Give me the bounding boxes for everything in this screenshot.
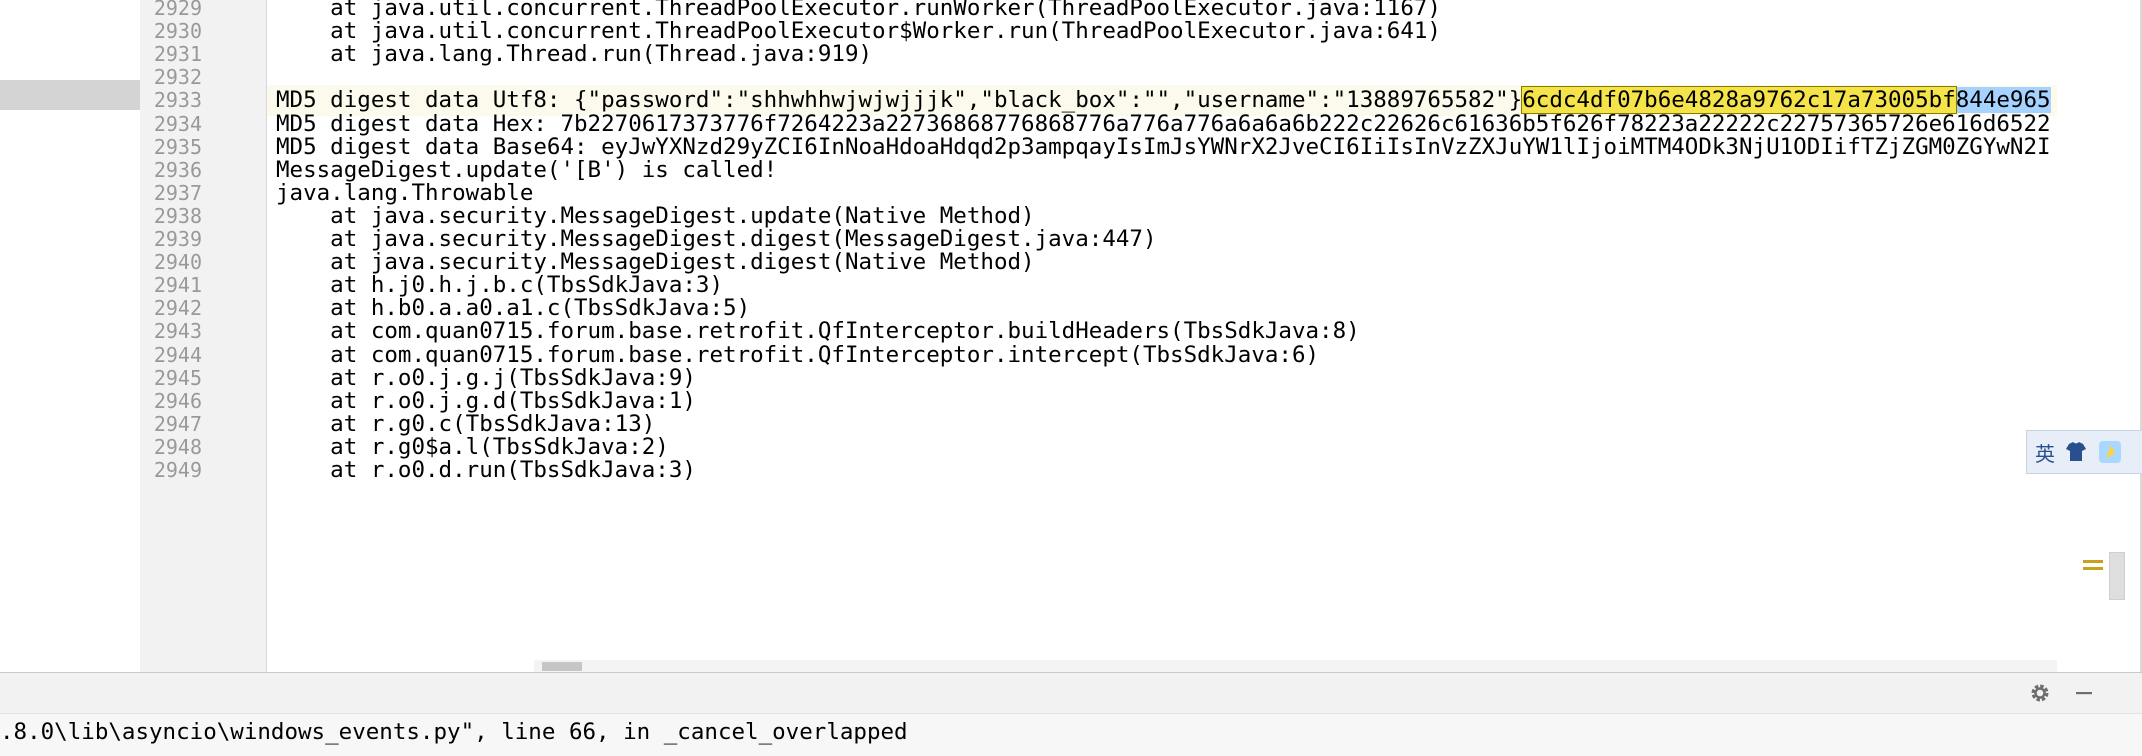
project-tool-window-edge	[0, 0, 140, 672]
line-number: 2949	[153, 458, 202, 482]
search-result-marker[interactable]	[2083, 567, 2103, 570]
horizontal-scrollbar[interactable]	[534, 660, 2057, 672]
vertical-scrollbar[interactable]	[2057, 0, 2142, 672]
code-line-text: at r.o0.d.run(TbsSdkJava:3)	[276, 455, 696, 486]
console-toolbar	[0, 673, 2142, 714]
minimize-icon[interactable]	[2072, 681, 2096, 705]
console-output-line: .8.0\lib\asyncio\windows_events.py", lin…	[0, 719, 908, 745]
code-editor[interactable]: at java.util.concurrent.ThreadPoolExecut…	[267, 0, 2057, 672]
selected-tree-row[interactable]	[0, 80, 140, 110]
shirt-icon[interactable]	[2063, 439, 2089, 465]
ime-language-label[interactable]: 英	[2035, 438, 2055, 467]
code-text: at r.o0.d.run(TbsSdkJava:3)	[276, 457, 696, 483]
ime-toolbar[interactable]: 英	[2026, 430, 2142, 474]
skin-icon[interactable]	[2097, 439, 2123, 465]
run-console-panel: .8.0\lib\asyncio\windows_events.py", lin…	[0, 673, 2142, 756]
search-result-marker[interactable]	[2083, 560, 2103, 563]
horizontal-scrollbar-thumb[interactable]	[542, 662, 582, 671]
vertical-scrollbar-thumb[interactable]	[2109, 552, 2125, 600]
code-line[interactable]: at r.o0.d.run(TbsSdkJava:3)	[267, 455, 2057, 486]
gear-icon[interactable]	[2028, 681, 2052, 705]
